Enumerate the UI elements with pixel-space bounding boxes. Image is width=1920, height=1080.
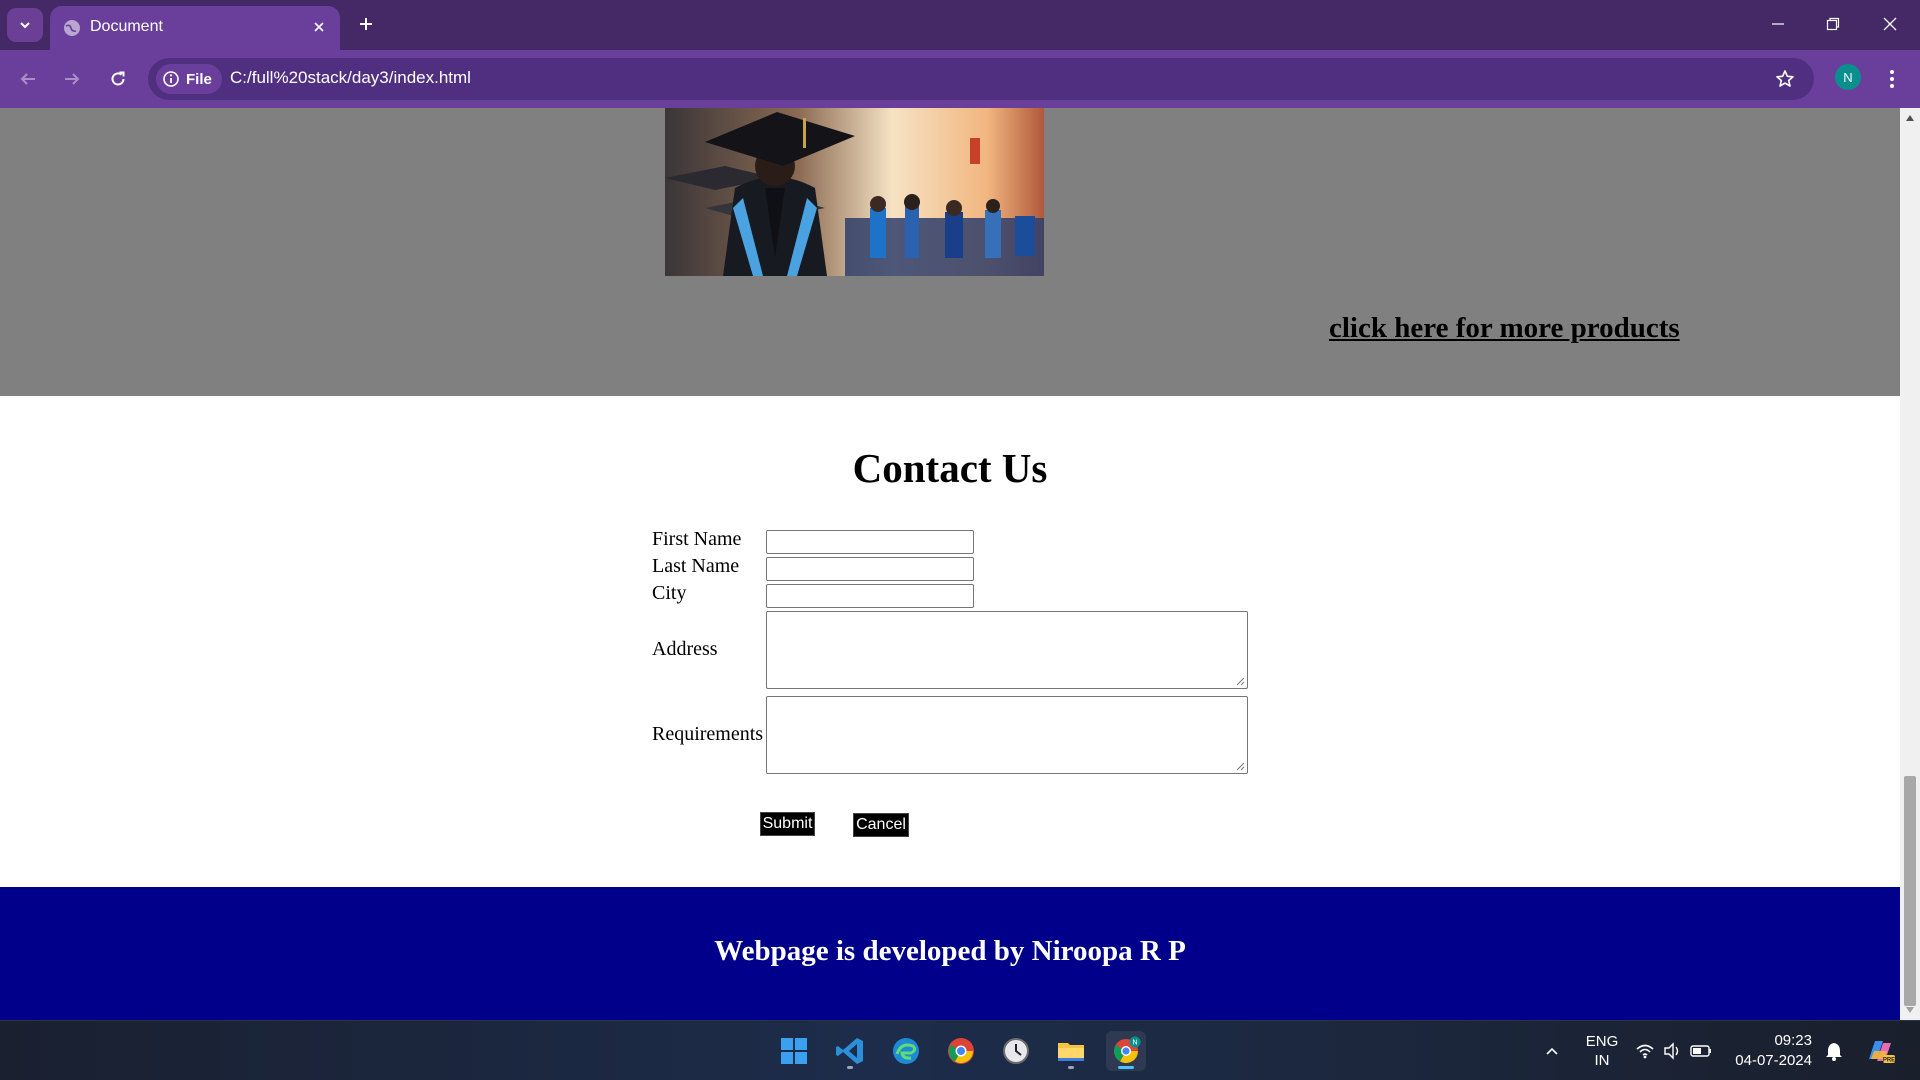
- browser-menu-button[interactable]: [1880, 63, 1904, 95]
- vscode-icon: [836, 1038, 863, 1064]
- file-explorer-icon: [1058, 1043, 1084, 1061]
- first-name-field[interactable]: [766, 530, 974, 554]
- notifications-button[interactable]: [1816, 1031, 1852, 1071]
- reload-icon: [111, 71, 125, 86]
- close-icon: [1883, 17, 1897, 31]
- more-products-link[interactable]: click here for more products: [1329, 312, 1680, 345]
- site-chip-label: File: [186, 70, 212, 88]
- browser-tab-strip: Document: [0, 0, 1920, 50]
- url-text[interactable]: C:/full%20stack/day3/index.html: [230, 68, 471, 88]
- language-region: IN: [1594, 1052, 1610, 1069]
- copilot-button[interactable]: PRE: [1860, 1031, 1900, 1071]
- triangle-down-icon: [1906, 1007, 1914, 1013]
- chrome-app[interactable]: [941, 1031, 981, 1071]
- restore-icon: [1826, 17, 1840, 31]
- footer-text: Webpage is developed by Niroopa R P: [714, 935, 1186, 967]
- clock-app-icon: [1003, 1038, 1029, 1064]
- tab-document[interactable]: Document: [50, 6, 340, 50]
- address-textarea[interactable]: [766, 611, 1248, 689]
- windows-logo-icon: [781, 1038, 807, 1064]
- last-name-label: Last Name: [652, 555, 740, 577]
- vscode-app[interactable]: [830, 1031, 870, 1071]
- tab-title: Document: [90, 18, 163, 35]
- chrome-icon: [948, 1038, 974, 1064]
- copilot-icon: PRE: [1869, 1041, 1895, 1064]
- page-viewport: click here for more products Contact Us …: [0, 108, 1900, 1020]
- profile-avatar[interactable]: N: [1835, 64, 1861, 90]
- tab-search-button[interactable]: [7, 8, 43, 42]
- forward-button[interactable]: [56, 63, 88, 95]
- close-icon: [314, 22, 324, 32]
- back-button[interactable]: [12, 63, 44, 95]
- bell-icon: [1826, 1043, 1842, 1061]
- svg-text:N: N: [1132, 1040, 1137, 1047]
- scroll-down-button[interactable]: [1904, 1004, 1916, 1016]
- clock-time: 09:23: [1774, 1032, 1812, 1049]
- city-field[interactable]: [766, 584, 974, 608]
- quick-settings-button[interactable]: [1630, 1031, 1720, 1071]
- close-tab-button[interactable]: [308, 16, 330, 38]
- cancel-button[interactable]: Cancel: [853, 813, 909, 837]
- close-window-button[interactable]: [1866, 6, 1914, 42]
- chevron-up-icon: [1546, 1047, 1558, 1055]
- address-label: Address: [652, 638, 718, 660]
- chrome-profile-icon: N: [1113, 1036, 1141, 1064]
- minimize-icon: [1772, 23, 1784, 25]
- scroll-up-button[interactable]: [1904, 112, 1916, 124]
- requirements-label: Requirements: [652, 723, 764, 745]
- browser-toolbar: File C:/full%20stack/day3/index.html N: [0, 50, 1920, 108]
- svg-text:PRE: PRE: [1883, 1058, 1895, 1064]
- graduation-image: [665, 108, 1044, 276]
- clock-app[interactable]: [996, 1031, 1036, 1071]
- requirements-textarea[interactable]: [766, 696, 1248, 774]
- clock-date: 04-07-2024: [1735, 1052, 1812, 1069]
- language-indicator[interactable]: ENG IN: [1580, 1032, 1624, 1070]
- chrome-profile-app[interactable]: N: [1106, 1031, 1146, 1071]
- bookmark-button[interactable]: [1772, 66, 1798, 92]
- triangle-up-icon: [1906, 115, 1914, 121]
- taskbar: N ENG IN 09:23 04-07-2024 PRE: [0, 1020, 1920, 1080]
- last-name-field[interactable]: [766, 557, 974, 581]
- scrollbar-thumb[interactable]: [1904, 776, 1916, 1006]
- info-icon: [163, 71, 179, 87]
- star-icon: [1776, 70, 1794, 87]
- graduation-photo: [665, 108, 1044, 276]
- arrow-right-icon: [65, 73, 80, 85]
- new-tab-button[interactable]: [352, 10, 380, 38]
- footer: Webpage is developed by Niroopa R P: [0, 887, 1900, 1020]
- contact-title: Contact Us: [852, 445, 1048, 491]
- resize-handle-icon[interactable]: [1235, 761, 1245, 771]
- edge-icon: [893, 1038, 919, 1064]
- page-scrollbar[interactable]: [1900, 108, 1920, 1020]
- network-volume-battery-icons: [1636, 1042, 1711, 1060]
- clock[interactable]: 09:23 04-07-2024: [1722, 1031, 1812, 1071]
- restore-button[interactable]: [1809, 6, 1857, 42]
- products-section: click here for more products: [0, 108, 1900, 396]
- arrow-left-icon: [20, 73, 35, 85]
- site-info-button[interactable]: File: [156, 64, 222, 94]
- globe-icon: [64, 20, 80, 36]
- show-hidden-icons-button[interactable]: [1532, 1031, 1572, 1071]
- start-button[interactable]: [774, 1031, 814, 1071]
- resize-handle-icon[interactable]: [1235, 676, 1245, 686]
- reload-button[interactable]: [102, 63, 134, 95]
- first-name-label: First Name: [652, 528, 742, 550]
- language-code: ENG: [1585, 1033, 1619, 1050]
- submit-button[interactable]: Submit: [760, 812, 815, 836]
- city-label: City: [652, 582, 687, 604]
- more-vertical-icon: [1890, 70, 1894, 88]
- edge-app[interactable]: [886, 1031, 926, 1071]
- minimize-button[interactable]: [1754, 6, 1802, 42]
- chevron-down-icon: [20, 22, 30, 29]
- file-explorer-app[interactable]: [1051, 1031, 1091, 1071]
- address-bar[interactable]: File C:/full%20stack/day3/index.html: [148, 58, 1814, 100]
- plus-icon: [360, 18, 372, 30]
